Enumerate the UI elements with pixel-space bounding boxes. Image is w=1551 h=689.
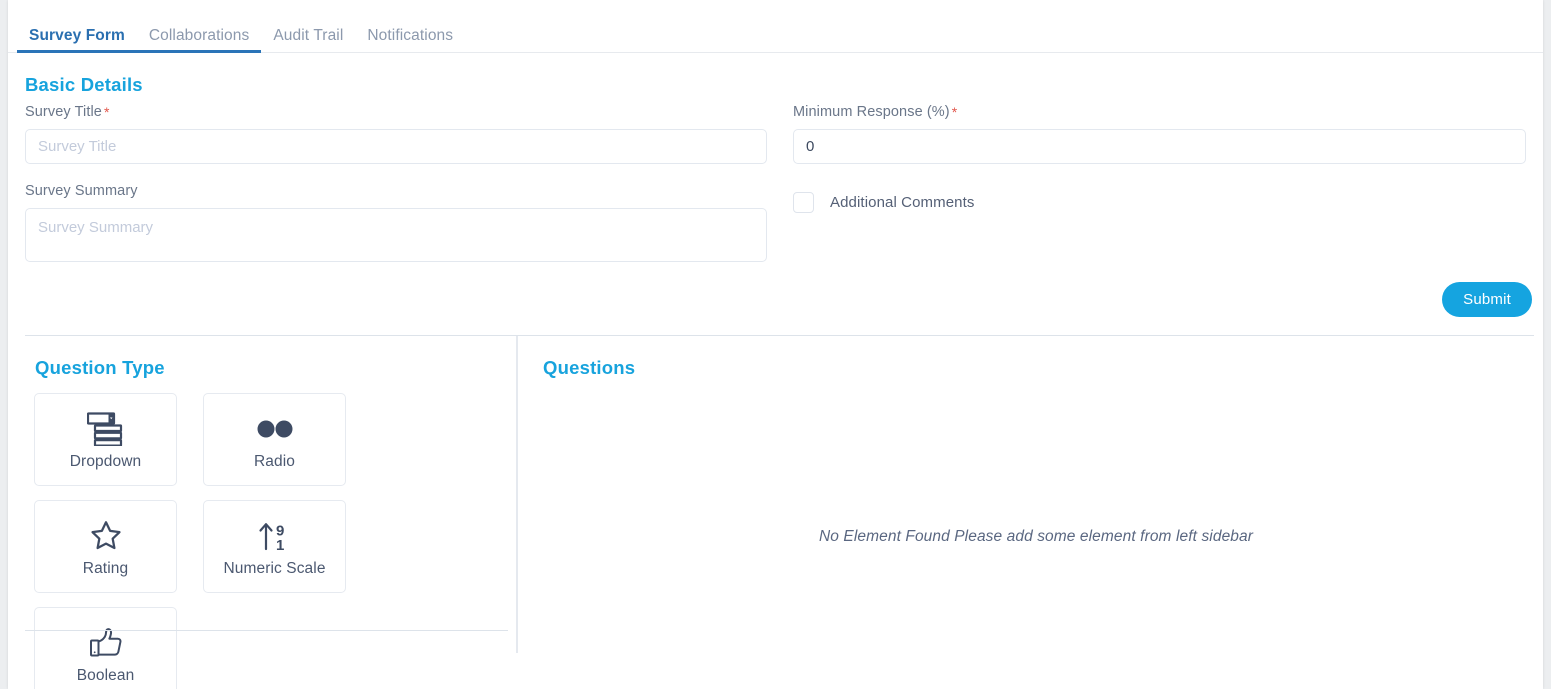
minimum-response-input[interactable] (793, 129, 1526, 164)
survey-title-input[interactable] (25, 129, 767, 164)
tab-hover-underline (136, 50, 262, 53)
required-asterisk: * (951, 104, 958, 120)
minimum-response-group: Minimum Response (%) * (793, 104, 1526, 164)
tab-label: Collaborations (148, 26, 250, 44)
question-type-label: Dropdown (69, 452, 142, 470)
star-outline-icon (90, 516, 122, 556)
question-type-footer-rule (25, 630, 508, 631)
minimum-response-label: Minimum Response (%) * (793, 104, 1526, 120)
question-type-label: Rating (82, 559, 129, 577)
question-type-numeric-scale[interactable]: 9 1 Numeric Scale (203, 500, 346, 593)
tab-notifications[interactable]: Notifications (355, 0, 465, 53)
survey-summary-group: Survey Summary (25, 183, 767, 262)
tab-list: Survey Form Collaborations Audit Trail N… (17, 0, 465, 53)
question-type-boolean[interactable]: Boolean (34, 607, 177, 689)
questions-empty-state: No Element Found Please add some element… (819, 528, 1253, 545)
tab-bar: Survey Form Collaborations Audit Trail N… (8, 0, 1543, 53)
tab-underline (355, 50, 465, 53)
form-column-right: Minimum Response (%)* Additional Comment… (793, 104, 1526, 213)
minimum-response-label-text: Minimum Response (%) (793, 104, 950, 120)
basic-details-heading: Basic Details (25, 74, 143, 95)
sort-numeric-up-icon: 9 1 (257, 516, 293, 556)
panel-vertical-divider (516, 336, 518, 653)
required-asterisk: * (103, 104, 110, 120)
question-type-label: Radio (254, 452, 295, 470)
survey-title-label: Survey Title * (25, 104, 767, 120)
question-type-rating[interactable]: Rating (34, 500, 177, 593)
tab-label: Survey Form (29, 26, 125, 44)
tab-label: Notifications (367, 26, 454, 44)
survey-title-label-text: Survey Title (25, 104, 102, 120)
tab-collaborations[interactable]: Collaborations (136, 0, 262, 53)
thumbs-up-icon (89, 623, 123, 663)
tab-label: Audit Trail (273, 26, 344, 44)
survey-builder-card: Survey Form Collaborations Audit Trail N… (8, 0, 1543, 689)
tab-survey-form[interactable]: Survey Form (17, 0, 137, 53)
question-type-heading: Question Type (35, 357, 165, 378)
radio-dots-icon (255, 409, 295, 449)
additional-comments-checkbox[interactable] (793, 192, 814, 213)
form-column-left: Survey Title* Survey Summary (25, 104, 767, 281)
question-type-radio[interactable]: Radio (203, 393, 346, 486)
survey-summary-label: Survey Summary (25, 183, 138, 199)
question-type-label: Boolean (76, 666, 135, 684)
tab-active-underline (17, 50, 137, 53)
questions-heading: Questions (543, 357, 636, 378)
additional-comments-row[interactable]: Additional Comments (793, 192, 1526, 213)
dropdown-list-icon (86, 409, 125, 449)
survey-summary-textarea[interactable] (25, 208, 767, 262)
tab-underline (261, 50, 355, 53)
basic-details-form: Survey Title* Survey Summary Minimum Res… (8, 104, 1543, 294)
additional-comments-label: Additional Comments (830, 194, 975, 211)
builder-panels: Question Type Dropdown Radio Rating 9 1 … (8, 336, 1543, 689)
question-type-label: Numeric Scale (223, 559, 326, 577)
app-page: Survey Form Collaborations Audit Trail N… (0, 0, 1551, 689)
tab-audit-trail[interactable]: Audit Trail (261, 0, 355, 53)
submit-button[interactable]: Submit (1442, 282, 1532, 317)
question-type-dropdown[interactable]: Dropdown (34, 393, 177, 486)
question-type-palette: Dropdown Radio Rating 9 1 Numeric Scale … (25, 393, 505, 689)
svg-text:1: 1 (276, 537, 284, 552)
survey-title-group: Survey Title * (25, 104, 767, 164)
